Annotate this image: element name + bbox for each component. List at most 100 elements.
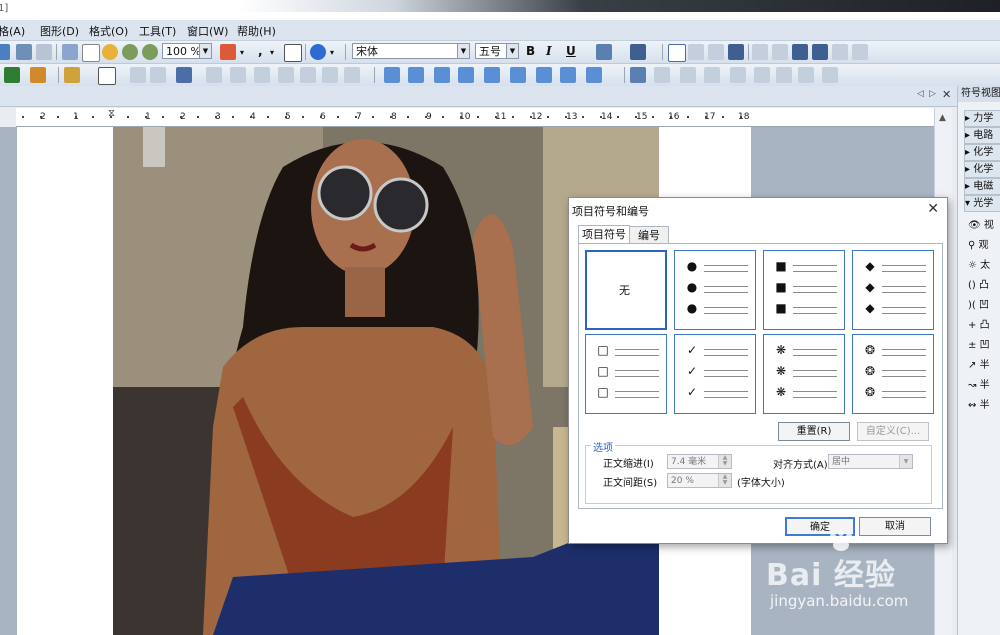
indent-field[interactable]: 7.4 毫米 ▲ ▼ [667,454,732,469]
subscript-icon[interactable] [596,44,612,60]
symbol-icon[interactable] [560,67,576,83]
frame-icon[interactable] [98,67,116,85]
image-icon[interactable] [150,67,166,83]
delete-icon[interactable] [300,67,316,83]
bullet-style-none[interactable]: 无 [585,250,667,330]
zoom-out-icon[interactable] [142,44,158,60]
scroll-up-icon[interactable]: ▲ [939,113,946,123]
symbol-item[interactable]: ± 凹 [968,337,1000,355]
category-optics[interactable]: ▾ 光学 [964,195,1000,212]
insert-shape-icon[interactable] [220,44,236,60]
cells-icon[interactable] [322,67,338,83]
symbol-item[interactable]: ⚲ 观 [968,237,1000,255]
symbol-item[interactable]: 👁 视 [968,217,1000,235]
chevron-down-icon[interactable]: ▾ [270,48,274,57]
symbol-item[interactable]: ↗ 半 [968,357,1000,375]
font-color-icon[interactable] [630,44,646,60]
group-icon[interactable] [654,67,670,83]
spacing-field[interactable]: 20 % ▲ ▼ [667,473,732,488]
rotate-icon[interactable] [754,67,770,83]
line-spacing-icon[interactable] [832,44,848,60]
redo-icon[interactable] [36,44,52,60]
symbol-icon[interactable] [536,67,552,83]
font-size-select[interactable]: 五号 ▼ [475,43,519,59]
cancel-button[interactable]: 取消 [859,517,931,536]
zoom-in-icon[interactable] [122,44,138,60]
justify-icon[interactable] [728,44,744,60]
layer-icon[interactable] [630,67,646,83]
bullet-style-star[interactable]: ❋ ❋ ❋ [763,334,845,414]
italic-button[interactable]: I [546,44,552,58]
symbol-icon[interactable] [408,67,424,83]
fill-icon[interactable] [64,67,80,83]
align-select[interactable]: 居中 ▼ [828,454,913,469]
border-icon[interactable] [30,67,46,83]
category-chemistry-2[interactable]: ▸ 化学 [964,161,1000,178]
bullet-style-square[interactable]: ■ ■ ■ [763,250,845,330]
help-icon[interactable] [310,44,326,60]
tool-icon[interactable] [0,44,10,60]
symbol-item[interactable]: )( 凹 [968,297,1000,315]
font-name-select[interactable]: 宋体 ▼ [352,43,470,59]
symbol-icon[interactable] [586,67,602,83]
pointer-icon[interactable] [62,44,78,60]
symbol-item[interactable]: ↭ 半 [968,397,1000,415]
indent-icon[interactable] [812,44,828,60]
symbol-item[interactable]: ↝ 半 [968,377,1000,395]
comma-icon[interactable]: , [258,44,263,58]
outdent-icon[interactable] [792,44,808,60]
menu-tools[interactable]: 工具(T) [139,23,176,39]
paragraph-icon[interactable] [852,44,868,60]
bullets-icon[interactable] [752,44,768,60]
line-color-icon[interactable] [4,67,20,83]
text-box-icon[interactable] [130,67,146,83]
align-right-icon[interactable] [708,44,724,60]
insert-row-icon[interactable] [254,67,270,83]
symbol-item[interactable]: ☼ 太 [968,257,1000,275]
distribute-icon[interactable] [798,67,814,83]
undo-icon[interactable] [16,44,32,60]
scroll-left-icon[interactable]: ◁ [917,89,924,99]
merge-icon[interactable] [206,67,222,83]
symbol-icon[interactable] [484,67,500,83]
scroll-right-icon[interactable]: ▷ [929,89,936,99]
bullet-style-diamond[interactable]: ◆ ◆ ◆ [852,250,934,330]
hand-icon[interactable] [102,44,118,60]
numbering-icon[interactable] [772,44,788,60]
symbol-icon[interactable] [434,67,450,83]
symbol-item[interactable]: + 凸 [968,317,1000,335]
underline-button[interactable]: U [566,44,576,58]
properties-icon[interactable] [822,67,838,83]
insert-col-icon[interactable] [278,67,294,83]
flip-icon[interactable] [680,67,696,83]
tab-numbering[interactable]: 编号 [629,226,669,244]
spinner-icon[interactable]: ▲ ▼ [718,455,731,468]
customize-button[interactable]: 自定义(C)... [857,422,929,441]
category-circuit[interactable]: ▸ 电路 [964,127,1000,144]
category-mechanics[interactable]: ▸ 力学 [964,110,1000,127]
close-icon[interactable]: ✕ [927,201,939,217]
symbol-icon[interactable] [458,67,474,83]
align-center-icon[interactable] [688,44,704,60]
rotate-icon[interactable] [730,67,746,83]
menu-help[interactable]: 帮助(H) [237,23,276,39]
symbol-icon[interactable] [384,67,400,83]
table-icon[interactable] [176,67,192,83]
align-left-icon[interactable] [668,44,686,62]
symbol-icon[interactable] [510,67,526,83]
bullet-style-sun[interactable]: ❂ ❂ ❂ [852,334,934,414]
chevron-down-icon[interactable]: ▾ [240,48,244,57]
category-chemistry[interactable]: ▸ 化学 [964,144,1000,161]
menu-graphics[interactable]: 图形(D) [40,23,79,39]
bold-button[interactable]: B [526,44,535,58]
sort-icon[interactable] [344,67,360,83]
flip-icon[interactable] [704,67,720,83]
menu-table[interactable]: 格(A) [0,23,25,39]
split-icon[interactable] [230,67,246,83]
category-electromagnetism[interactable]: ▸ 电磁 [964,178,1000,195]
close-icon[interactable]: ✕ [942,88,951,101]
grid-icon[interactable] [82,44,100,62]
align-icon[interactable] [776,67,792,83]
zoom-select[interactable]: 100 % ▼ [162,43,212,59]
bullet-style-hollow-square[interactable]: □ □ □ [585,334,667,414]
